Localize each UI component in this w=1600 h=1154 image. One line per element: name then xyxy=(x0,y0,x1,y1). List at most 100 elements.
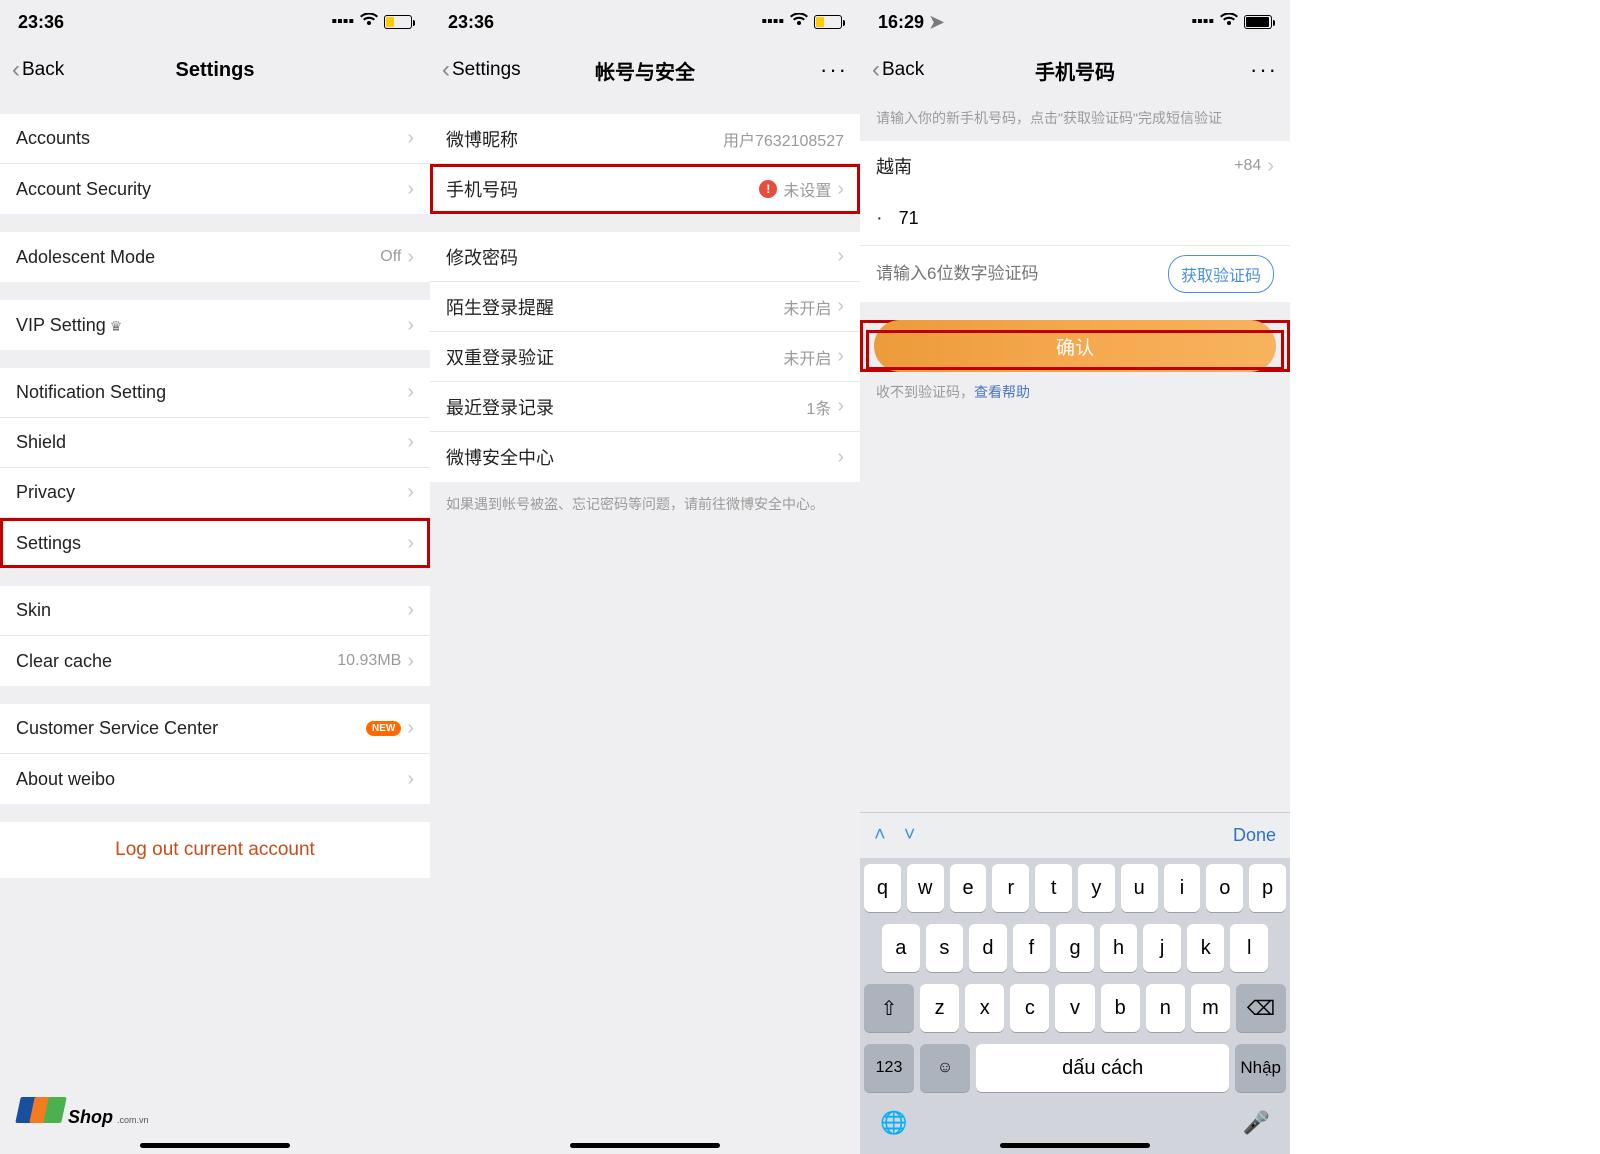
row-skin[interactable]: Skin › xyxy=(0,586,430,636)
nav-bar: ‹ Back Settings xyxy=(0,44,430,96)
get-code-button[interactable]: 获取验证码 xyxy=(1168,255,1274,293)
row-phone-number[interactable]: 手机号码 ! 未设置 › xyxy=(430,164,860,214)
row-about-weibo[interactable]: About weibo › xyxy=(0,754,430,804)
row-security-center[interactable]: 微博安全中心 › xyxy=(430,432,860,482)
kbd-done-button[interactable]: Done xyxy=(1233,825,1276,846)
key-q[interactable]: q xyxy=(864,864,901,912)
chevron-right-icon: › xyxy=(837,295,844,318)
key-k[interactable]: k xyxy=(1187,924,1225,972)
key-c[interactable]: c xyxy=(1010,984,1049,1032)
key-g[interactable]: g xyxy=(1056,924,1094,972)
mic-icon[interactable]: 🎤 xyxy=(1243,1110,1270,1136)
row-login-alert[interactable]: 陌生登录提醒 未开启› xyxy=(430,282,860,332)
row-shield[interactable]: Shield › xyxy=(0,418,430,468)
key-a[interactable]: a xyxy=(882,924,920,972)
logout-button[interactable]: Log out current account xyxy=(0,822,430,878)
key-u[interactable]: u xyxy=(1121,864,1158,912)
key-x[interactable]: x xyxy=(965,984,1004,1032)
emoji-key[interactable]: ☺ xyxy=(920,1044,970,1092)
status-bar: 16:29 ➤ ▪▪▪▪ xyxy=(860,0,1290,44)
keyboard-toolbar: ˄ ˅ Done xyxy=(860,812,1290,858)
key-s[interactable]: s xyxy=(926,924,964,972)
row-label: Privacy xyxy=(16,482,75,503)
signal-icon: ▪▪▪▪ xyxy=(331,13,354,31)
help-link[interactable]: 查看帮助 xyxy=(974,384,1030,400)
phone-input-row[interactable]: · 71 xyxy=(860,191,1290,245)
chevron-right-icon: › xyxy=(407,127,414,150)
key-m[interactable]: m xyxy=(1191,984,1230,1032)
key-e[interactable]: e xyxy=(950,864,987,912)
chevron-right-icon: › xyxy=(407,532,414,555)
key-h[interactable]: h xyxy=(1100,924,1138,972)
chevron-right-icon: › xyxy=(407,314,414,337)
key-b[interactable]: b xyxy=(1101,984,1140,1032)
new-badge: NEW xyxy=(366,721,401,736)
row-settings[interactable]: Settings › xyxy=(0,518,430,568)
row-label: Skin xyxy=(16,600,51,621)
nav-back-button[interactable]: ‹ Settings xyxy=(442,58,521,82)
nav-back-button[interactable]: ‹ Back xyxy=(872,58,924,82)
row-label: 双重登录验证 xyxy=(446,344,554,370)
key-f[interactable]: f xyxy=(1013,924,1051,972)
row-recent-login[interactable]: 最近登录记录 1条› xyxy=(430,382,860,432)
signal-icon: ▪▪▪▪ xyxy=(1191,13,1214,31)
row-label: 修改密码 xyxy=(446,244,518,270)
chevron-right-icon: › xyxy=(837,245,844,268)
key-y[interactable]: y xyxy=(1078,864,1115,912)
status-bar: 23:36 ▪▪▪▪ xyxy=(430,0,860,44)
row-adolescent-mode[interactable]: Adolescent Mode Off› xyxy=(0,232,430,282)
row-country[interactable]: 越南 +84› xyxy=(860,141,1290,191)
row-notification[interactable]: Notification Setting › xyxy=(0,368,430,418)
key-t[interactable]: t xyxy=(1035,864,1072,912)
key-r[interactable]: r xyxy=(992,864,1029,912)
row-label: Notification Setting xyxy=(16,382,166,403)
row-vip-setting[interactable]: VIP Setting♛ › xyxy=(0,300,430,350)
key-i[interactable]: i xyxy=(1164,864,1201,912)
numeric-key[interactable]: 123 xyxy=(864,1044,914,1092)
key-v[interactable]: v xyxy=(1055,984,1094,1032)
row-account-security[interactable]: Account Security › xyxy=(0,164,430,214)
row-change-password[interactable]: 修改密码 › xyxy=(430,232,860,282)
row-label: 微博昵称 xyxy=(446,126,518,152)
chevron-right-icon: › xyxy=(837,345,844,368)
key-z[interactable]: z xyxy=(920,984,959,1032)
nav-back-button[interactable]: ‹ Back xyxy=(12,58,64,82)
confirm-button[interactable]: 确认 xyxy=(874,320,1276,372)
enter-key[interactable]: Nhập xyxy=(1235,1044,1286,1092)
row-label: Customer Service Center xyxy=(16,718,218,739)
battery-icon xyxy=(814,15,842,29)
key-d[interactable]: d xyxy=(969,924,1007,972)
row-value: 未设置 xyxy=(783,177,831,201)
shift-key[interactable]: ⇧ xyxy=(864,984,914,1032)
row-accounts[interactable]: Accounts › xyxy=(0,114,430,164)
key-n[interactable]: n xyxy=(1146,984,1185,1032)
kbd-next-icon[interactable]: ˅ xyxy=(904,824,916,847)
key-p[interactable]: p xyxy=(1249,864,1286,912)
key-o[interactable]: o xyxy=(1206,864,1243,912)
code-input[interactable] xyxy=(876,264,1168,284)
row-value: Off xyxy=(380,248,401,266)
globe-icon[interactable]: 🌐 xyxy=(880,1110,907,1136)
keyboard: ˄ ˅ Done qwertyuiop asdfghjkl ⇧ zxcvbnm … xyxy=(860,812,1290,1154)
chevron-right-icon: › xyxy=(407,650,414,673)
space-key[interactable]: dấu cách xyxy=(976,1044,1229,1092)
key-j[interactable]: j xyxy=(1143,924,1181,972)
kbd-prev-icon[interactable]: ˄ xyxy=(874,824,886,847)
row-customer-service[interactable]: Customer Service Center NEW› xyxy=(0,704,430,754)
more-button[interactable]: ··· xyxy=(820,57,848,83)
row-label: Accounts xyxy=(16,128,90,149)
key-l[interactable]: l xyxy=(1230,924,1268,972)
key-w[interactable]: w xyxy=(907,864,944,912)
backspace-key[interactable]: ⌫ xyxy=(1236,984,1286,1032)
home-indicator xyxy=(570,1143,720,1148)
row-weibo-nickname[interactable]: 微博昵称 用户7632108527 xyxy=(430,114,860,164)
row-privacy[interactable]: Privacy › xyxy=(0,468,430,518)
chevron-right-icon: › xyxy=(407,381,414,404)
country-code: +84 xyxy=(1234,157,1261,175)
row-clear-cache[interactable]: Clear cache 10.93MB› xyxy=(0,636,430,686)
nav-bar: ‹ Back 手机号码 ··· xyxy=(860,44,1290,96)
more-button[interactable]: ··· xyxy=(1250,57,1278,83)
chevron-right-icon: › xyxy=(407,246,414,269)
row-two-factor[interactable]: 双重登录验证 未开启› xyxy=(430,332,860,382)
screen-account-security: 23:36 ▪▪▪▪ ‹ Settings 帐号与安全 ··· 微博昵称 用户7… xyxy=(430,0,860,1154)
